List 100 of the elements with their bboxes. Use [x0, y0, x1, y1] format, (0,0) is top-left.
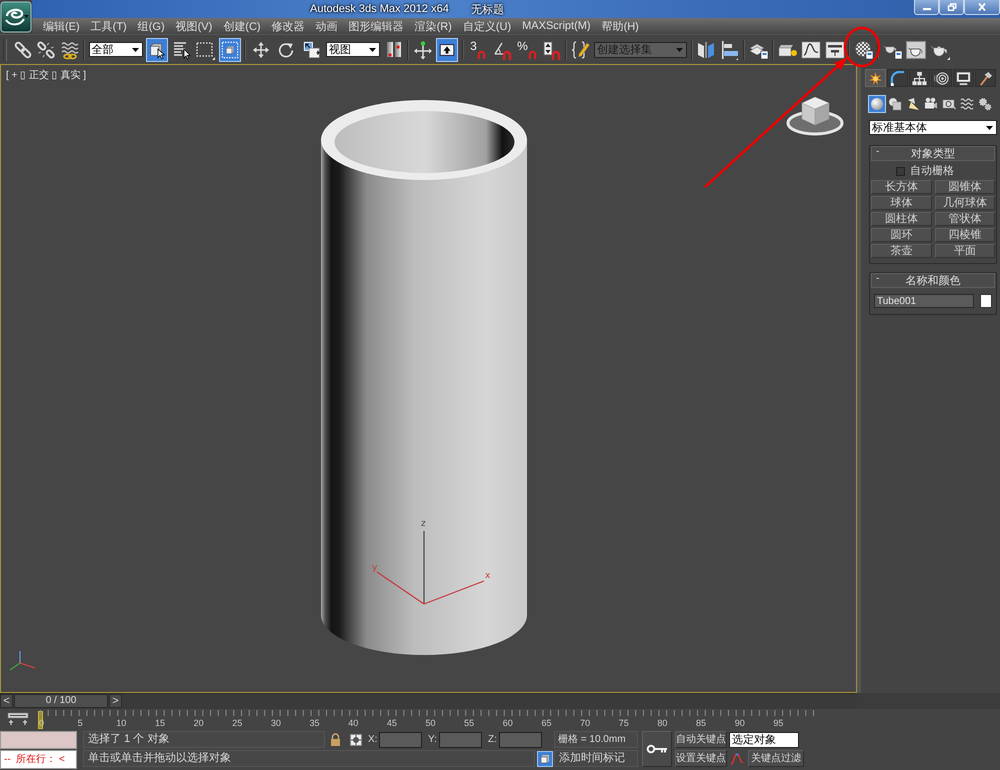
document-title: 无标题 — [470, 2, 504, 16]
object-name-field[interactable]: Tube001 — [874, 294, 974, 308]
object-type-button[interactable]: 长方体 — [871, 180, 932, 194]
schematic-boxes-icon[interactable] — [824, 40, 844, 60]
set-key-button[interactable]: 设置关键点 — [675, 750, 727, 767]
panel-tab[interactable] — [865, 69, 886, 87]
next-frame-button[interactable]: > — [109, 694, 122, 708]
axis-line[interactable] — [424, 580, 484, 605]
selection-filter-dropdown[interactable]: 全部 — [88, 42, 142, 57]
target-rings-icon — [934, 70, 949, 86]
add-time-tag-field[interactable]: 添加时间标记 — [554, 750, 638, 767]
menu-item[interactable]: 帮助(H) — [602, 18, 639, 34]
broken-chain-icon[interactable] — [36, 40, 56, 60]
coordinate-field[interactable] — [379, 732, 422, 748]
panel-tab[interactable] — [975, 69, 996, 87]
caret-icon — [676, 48, 683, 52]
minimize-button[interactable] — [914, 0, 939, 15]
previous-frame-button[interactable]: < — [0, 694, 13, 708]
restore-button[interactable] — [939, 0, 964, 15]
object-type-button[interactable]: 圆锥体 — [934, 180, 995, 194]
checkbox[interactable] — [896, 166, 905, 176]
menu-item[interactable]: 创建(C) — [223, 18, 261, 34]
object-type-button[interactable]: 平面 — [934, 244, 995, 258]
menu-item[interactable]: 视图(V) — [176, 18, 212, 34]
wave-link-icon[interactable] — [60, 40, 80, 60]
list-cursor-icon[interactable] — [172, 40, 192, 60]
coordinate-label: Z: — [488, 734, 498, 745]
dashed-rectangle-icon[interactable] — [195, 40, 215, 60]
select-object-button[interactable] — [146, 38, 168, 62]
keyboard-override-button[interactable] — [436, 38, 458, 62]
cube-tile-icon[interactable] — [537, 750, 553, 766]
viewport-label[interactable]: [ + ▯ 正交 ▯ 真实 ] — [6, 68, 86, 82]
object-type-button[interactable]: 圆环 — [871, 228, 932, 242]
window-crossing-button[interactable] — [218, 38, 240, 62]
panel-tab[interactable] — [887, 69, 908, 87]
time-slider-track[interactable]: < 0 / 100 > — [0, 693, 857, 709]
menu-item[interactable]: 渲染(R) — [414, 18, 452, 34]
auto-key-button[interactable]: 自动关键点 — [675, 731, 727, 748]
crosshair-arrows-icon[interactable] — [412, 40, 432, 60]
align-bars-icon[interactable] — [720, 40, 740, 60]
padlock-icon[interactable] — [330, 733, 341, 746]
selection-info: 选择了 1 个 对象 — [83, 731, 325, 748]
panel-tab[interactable] — [909, 69, 930, 87]
panel-tab[interactable] — [953, 69, 974, 87]
percent-snap-button[interactable]: % — [516, 38, 538, 62]
object-type-button[interactable]: 球体 — [871, 196, 932, 210]
selection-mode-icon[interactable] — [350, 734, 362, 746]
current-frame-marker[interactable] — [38, 711, 43, 729]
app-menu-icon[interactable] — [0, 1, 32, 33]
object-type-button[interactable]: 几何球体 — [934, 196, 995, 210]
axis-line[interactable] — [423, 531, 425, 604]
script-listener-output[interactable]: -- 所在行： < — [0, 750, 77, 769]
close-button[interactable] — [964, 0, 1000, 15]
color-swatch[interactable] — [980, 294, 992, 308]
object-type-button[interactable]: 四棱锥 — [934, 228, 995, 242]
rollout-header[interactable]: - 名称和颜色 — [871, 273, 995, 288]
category-button[interactable] — [959, 96, 975, 112]
coordinate-field[interactable] — [499, 732, 542, 748]
menu-item[interactable]: 组(G) — [138, 18, 165, 34]
panel-tab[interactable] — [931, 69, 952, 87]
category-button[interactable] — [887, 96, 903, 112]
category-dropdown[interactable]: 标准基本体 — [869, 120, 997, 135]
script-listener-field[interactable] — [0, 731, 77, 749]
spinner-magnet-icon[interactable] — [542, 40, 562, 60]
key-mode-dropdown[interactable]: 选定对象 — [729, 732, 799, 748]
coordinate-system-dropdown[interactable]: 视图 — [326, 42, 380, 57]
category-button[interactable] — [869, 96, 885, 112]
menu-item[interactable]: 图形编辑器 — [348, 18, 404, 34]
viewport[interactable]: z y x [ + ▯ 正交 ▯ 真实 ] — [0, 64, 857, 693]
curve-graph-icon[interactable] — [801, 40, 821, 60]
tube-object[interactable] — [321, 100, 527, 655]
key-filters-button[interactable]: 关键点过滤 — [748, 750, 804, 767]
view-cube[interactable] — [786, 96, 844, 136]
menu-item[interactable]: 修改器 — [272, 18, 305, 34]
mirror-icon[interactable] — [696, 40, 716, 60]
coordinate-field[interactable] — [439, 732, 482, 748]
collapse-toggle[interactable]: - — [876, 273, 880, 284]
snaps-toggle-button[interactable]: 3 — [467, 38, 489, 62]
object-type-button[interactable]: 茶壶 — [871, 244, 932, 258]
braces-pencil-icon[interactable] — [570, 40, 590, 60]
object-type-button[interactable]: 管状体 — [934, 212, 995, 226]
category-button[interactable] — [977, 96, 993, 112]
menu-item[interactable]: 工具(T) — [90, 18, 127, 34]
menu-item[interactable]: MAXScript(M) — [522, 20, 591, 32]
axis-line[interactable] — [376, 572, 424, 604]
caret-icon — [369, 48, 376, 52]
menu-item[interactable]: 动画 — [316, 18, 338, 34]
collapse-toggle[interactable]: - — [876, 146, 880, 157]
menu-item[interactable]: 自定义(U) — [462, 18, 512, 34]
time-slider-thumb[interactable]: 0 / 100 — [14, 694, 108, 708]
waves-icon — [960, 97, 974, 111]
teapot-frame-icon[interactable] — [906, 40, 926, 60]
rollout-header[interactable]: - 对象类型 — [871, 146, 995, 161]
frame-number: 95 — [773, 718, 784, 729]
menu-item[interactable]: 编辑(E) — [43, 18, 80, 34]
chain-link-icon[interactable] — [12, 40, 32, 60]
object-type-button[interactable]: 圆柱体 — [871, 212, 932, 226]
key-button[interactable] — [642, 731, 672, 767]
checker-sphere-icon[interactable] — [854, 40, 874, 60]
bar-crosses-icon[interactable] — [7, 712, 29, 726]
